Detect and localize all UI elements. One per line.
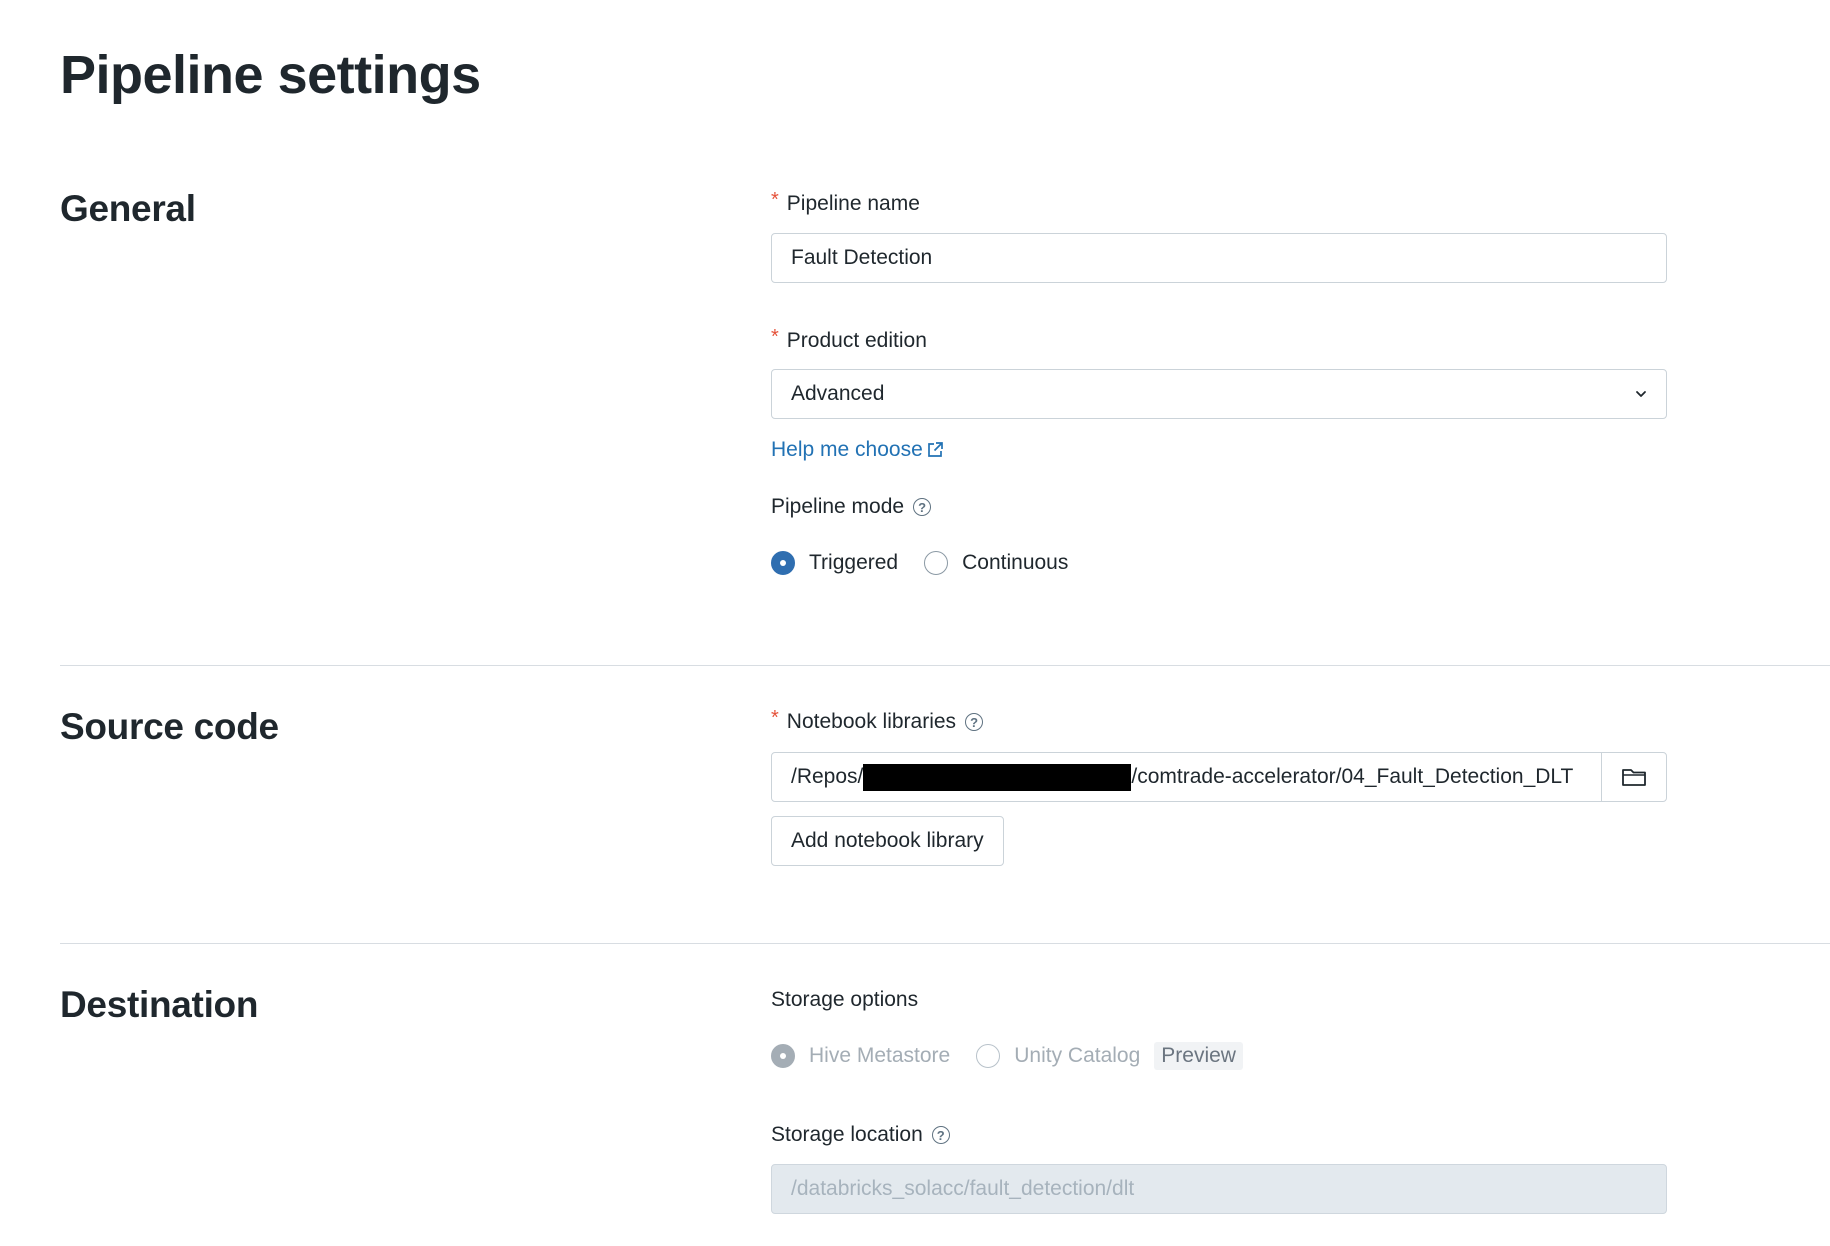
pipeline-name-input[interactable]: Fault Detection [771, 233, 1667, 283]
notebook-libraries-label-text: Notebook libraries [786, 710, 957, 733]
radio-hive-metastore[interactable] [771, 1044, 795, 1068]
storage-options-label-text: Storage options [771, 988, 919, 1011]
required-marker: * [771, 188, 779, 211]
help-icon[interactable]: ? [931, 1126, 950, 1144]
add-notebook-library-button[interactable]: Add notebook library [771, 816, 1004, 866]
radio-unity-catalog[interactable] [976, 1044, 1001, 1068]
storage-options-radio-group: Hive Metastore Unity Catalog Preview [771, 1042, 1243, 1070]
help-me-choose-text: Help me choose [771, 438, 923, 461]
redacted-block [863, 763, 1132, 791]
product-edition-select[interactable]: Advanced [771, 369, 1667, 419]
preview-badge: Preview [1154, 1042, 1243, 1070]
storage-options-label: Storage options [771, 988, 918, 1012]
folder-icon [1622, 769, 1646, 786]
help-icon[interactable]: ? [913, 498, 932, 516]
radio-continuous[interactable] [924, 551, 949, 575]
external-link-icon [927, 442, 943, 457]
path-suffix: /comtrade-accelerator/04_Fault_Detection… [1131, 765, 1574, 788]
storage-location-placeholder: /databricks_solacc/fault_detection/dlt [791, 1177, 1135, 1200]
radio-triggered[interactable] [771, 551, 795, 575]
required-marker: * [771, 325, 779, 348]
required-marker: * [771, 706, 779, 729]
help-me-choose-link[interactable]: Help me choose [771, 438, 944, 462]
storage-location-label: Storage location ? [771, 1123, 950, 1147]
pipeline-mode-radio-group: Triggered Continuous [771, 551, 1094, 575]
section-divider [60, 665, 1830, 666]
radio-hive-metastore-label[interactable]: Hive Metastore [809, 1044, 950, 1068]
product-edition-value: Advanced [791, 382, 885, 405]
notebook-path-text[interactable]: /Repos/ /comtrade-accelerator/04_Fault_D… [772, 753, 1601, 801]
path-prefix: /Repos/ [791, 765, 864, 788]
section-title-destination: Destination [60, 984, 259, 1025]
browse-folder-button[interactable] [1601, 753, 1666, 801]
pipeline-mode-label-text: Pipeline mode [771, 495, 905, 518]
pipeline-name-label: * Pipeline name [771, 188, 920, 216]
pipeline-mode-label: Pipeline mode ? [771, 495, 932, 519]
storage-location-input[interactable]: /databricks_solacc/fault_detection/dlt [771, 1164, 1667, 1214]
radio-unity-catalog-label[interactable]: Unity Catalog [1014, 1044, 1140, 1068]
help-icon[interactable]: ? [965, 713, 984, 731]
section-title-general: General [60, 188, 196, 229]
product-edition-label: * Product edition [771, 325, 927, 353]
pipeline-name-label-text: Pipeline name [786, 192, 920, 215]
section-title-source-code: Source code [60, 706, 279, 747]
storage-location-label-text: Storage location [771, 1123, 923, 1146]
chevron-down-icon [1636, 391, 1646, 397]
notebook-path-input[interactable]: /Repos/ /comtrade-accelerator/04_Fault_D… [771, 752, 1667, 802]
radio-continuous-label[interactable]: Continuous [962, 551, 1068, 575]
page-title: Pipeline settings [60, 45, 481, 105]
pipeline-name-value: Fault Detection [791, 246, 933, 269]
product-edition-label-text: Product edition [786, 329, 927, 352]
section-divider [60, 943, 1830, 944]
notebook-libraries-label: * Notebook libraries ? [771, 706, 984, 734]
radio-triggered-label[interactable]: Triggered [809, 551, 898, 575]
